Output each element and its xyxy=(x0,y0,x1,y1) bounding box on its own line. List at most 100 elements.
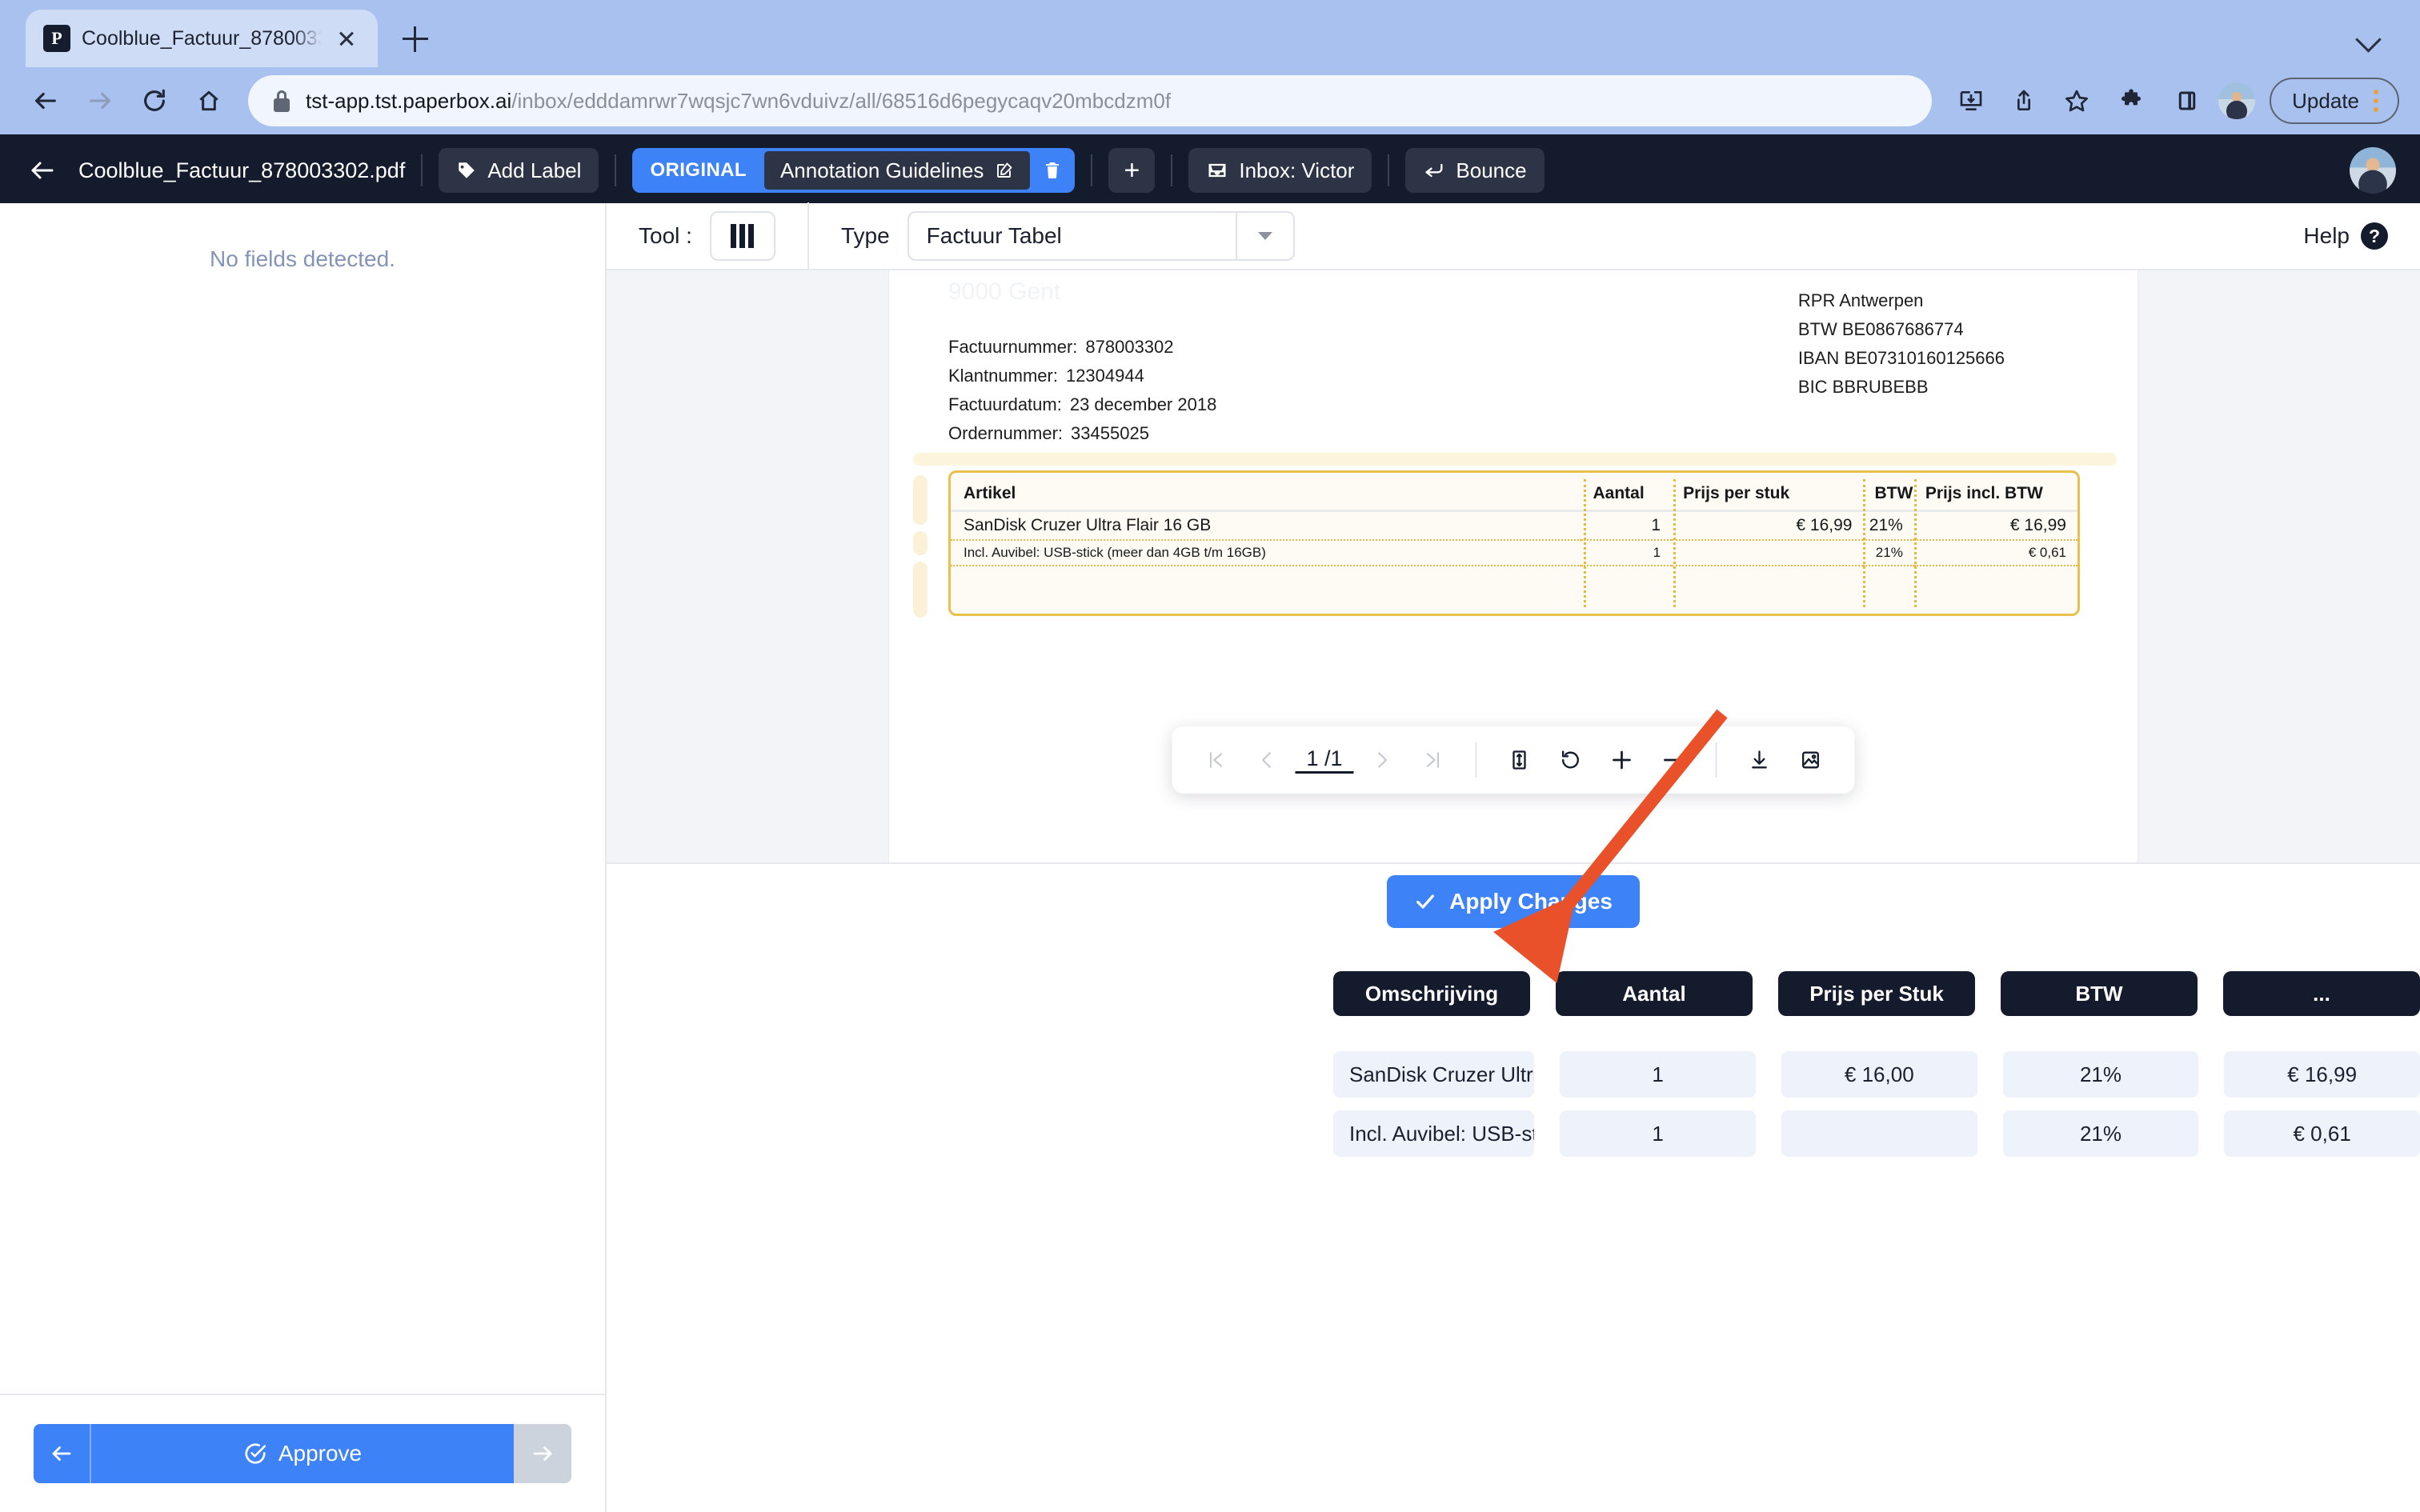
th-artikel: Artikel xyxy=(951,473,1582,512)
tab-strip: P Coolblue_Factuur_878003302 xyxy=(0,0,2420,67)
editor-cell-btw[interactable]: 21% xyxy=(2002,1110,2199,1157)
bounce-label: Bounce xyxy=(1456,158,1527,182)
apply-changes-label: Apply Changes xyxy=(1449,889,1613,914)
cell-totaal: € 0,61 xyxy=(2028,545,2066,560)
table-editor: Omschrijving Aantal Prijs per Stuk BTW .… xyxy=(607,939,2420,1512)
toolbar-separator xyxy=(807,202,809,270)
share-icon[interactable] xyxy=(1999,76,2049,126)
editor-row: Incl. Auvibel: USB-stick (me 1 21% € 0,6… xyxy=(1333,1110,2420,1157)
add-label-button[interactable]: Add Label xyxy=(439,148,599,193)
install-icon[interactable] xyxy=(1946,76,1996,126)
browser-tab[interactable]: P Coolblue_Factuur_878003302 xyxy=(26,10,378,67)
editor-cell-btw[interactable]: 21% xyxy=(2002,1051,2199,1098)
tab-title: Coolblue_Factuur_878003302 xyxy=(82,26,322,50)
next-document-button[interactable] xyxy=(514,1424,571,1483)
editor-cell-extra[interactable]: € 16,99 xyxy=(2224,1051,2420,1098)
chrome-profile-avatar[interactable] xyxy=(2218,82,2256,119)
add-view-button[interactable]: + xyxy=(1108,148,1156,193)
user-avatar[interactable] xyxy=(2350,147,2396,194)
side-panel-icon[interactable] xyxy=(2162,76,2212,126)
first-page-icon[interactable] xyxy=(1192,737,1239,783)
chevron-down-icon[interactable] xyxy=(1235,213,1293,259)
editor-column-omschrijving[interactable]: Omschrijving xyxy=(1333,971,1530,1016)
app-back-icon[interactable] xyxy=(24,152,61,189)
toolbar-divider-2 xyxy=(615,154,617,186)
pdf-controls: 1 /1 xyxy=(1172,726,1855,794)
zoom-out-icon[interactable] xyxy=(1650,737,1697,783)
toolbar-divider-4 xyxy=(1171,154,1173,186)
tab-annotation-guidelines[interactable]: Annotation Guidelines xyxy=(763,151,1031,190)
editor-cell-omschrijving[interactable]: Incl. Auvibel: USB-stick (me xyxy=(1333,1110,1535,1157)
th-prijs: Prijs per stuk xyxy=(1672,473,1864,512)
address-bar[interactable]: tst-app.tst.paperbox.ai/inbox/edddamrwr7… xyxy=(248,75,1933,126)
editor-column-extra[interactable]: ... xyxy=(2223,971,2420,1016)
url-text: tst-app.tst.paperbox.ai/inbox/edddamrwr7… xyxy=(306,88,1172,113)
editor-cell-prijs[interactable] xyxy=(1781,1110,1977,1157)
company-line: RPR Antwerpen xyxy=(1797,290,1924,310)
tab-favicon-icon: P xyxy=(43,25,70,52)
chrome-menu-icon[interactable] xyxy=(2367,90,2385,112)
help-button[interactable]: Help ? xyxy=(2303,222,2388,250)
view-segmented-control[interactable]: ORIGINAL Annotation Guidelines xyxy=(632,148,1076,193)
approve-button[interactable]: Approve xyxy=(91,1424,514,1483)
reload-icon[interactable] xyxy=(130,76,179,126)
table-row[interactable]: Incl. Auvibel: USB-stick (meer dan 4GB t… xyxy=(951,540,2077,566)
tab-original[interactable]: ORIGINAL xyxy=(632,148,764,193)
bounce-button[interactable]: Bounce xyxy=(1405,148,1545,193)
rotate-icon[interactable] xyxy=(1548,737,1594,783)
main-area: No fields detected. Approve Tool : Type … xyxy=(0,202,2420,1512)
forward-icon[interactable] xyxy=(75,76,125,126)
previous-page-icon[interactable] xyxy=(1244,737,1290,783)
pdf-controls-divider xyxy=(1475,742,1477,778)
download-icon[interactable] xyxy=(1737,737,1783,783)
annotated-table-region[interactable]: Artikel Aantal Prijs per stuk BTW Prijs … xyxy=(948,470,2080,616)
last-page-icon[interactable] xyxy=(1410,737,1456,783)
toolbar-divider-3 xyxy=(1091,154,1093,186)
approve-control-group: Approve xyxy=(34,1424,571,1483)
company-line: IBAN BE07310160125666 xyxy=(1797,348,2005,368)
editor-column-aantal[interactable]: Aantal xyxy=(1556,971,1753,1016)
new-tab-icon[interactable] xyxy=(392,16,439,62)
document-title: Coolblue_Factuur_878003302.pdf xyxy=(78,158,406,182)
th-prijs-incl: Prijs incl. BTW xyxy=(1913,473,2077,512)
invoice-company-details: RPR Antwerpen BTW BE0867686774 IBAN BE07… xyxy=(1798,286,2005,402)
cell-artikel: SanDisk Cruzer Ultra Flair 16 GB xyxy=(964,516,1212,534)
help-label: Help xyxy=(2303,223,2350,248)
extensions-puzzle-icon[interactable] xyxy=(2106,76,2156,126)
check-icon xyxy=(1416,894,1435,909)
fit-page-icon[interactable] xyxy=(1496,737,1543,783)
home-icon[interactable] xyxy=(184,76,234,126)
zoom-in-icon[interactable] xyxy=(1599,737,1645,783)
table-tool-button[interactable] xyxy=(709,211,775,261)
inbox-button[interactable]: Inbox: Victor xyxy=(1188,148,1372,193)
no-fields-message: No fields detected. xyxy=(210,246,395,271)
apply-changes-bar: Apply Changes xyxy=(607,862,2420,939)
th-btw: BTW xyxy=(1863,473,1914,512)
editor-cell-aantal[interactable]: 1 xyxy=(1560,1110,1756,1157)
editor-cell-omschrijving[interactable]: SanDisk Cruzer Ultra Flair 1 xyxy=(1333,1051,1535,1098)
table-row[interactable]: SanDisk Cruzer Ultra Flair 16 GB 1 € 16,… xyxy=(951,510,2077,540)
editor-cell-extra[interactable]: € 0,61 xyxy=(2224,1110,2420,1157)
lock-icon xyxy=(272,90,291,112)
toolbar-divider-5 xyxy=(1388,154,1390,186)
page-indicator[interactable]: 1 /1 xyxy=(1295,746,1354,774)
update-button[interactable]: Update xyxy=(2270,78,2399,124)
page-faint-text: 9000 Gent xyxy=(948,278,1061,305)
export-image-icon[interactable] xyxy=(1788,737,1834,783)
editor-column-prijs-per-stuk[interactable]: Prijs per Stuk xyxy=(1778,971,1975,1016)
chevron-down-icon[interactable] xyxy=(2356,24,2383,51)
delete-guidelines-icon[interactable] xyxy=(1030,148,1075,193)
bookmark-star-icon[interactable] xyxy=(2052,76,2101,126)
next-page-icon[interactable] xyxy=(1359,737,1405,783)
editor-cell-aantal[interactable]: 1 xyxy=(1560,1051,1756,1098)
type-select[interactable]: Factuur Tabel xyxy=(907,211,1295,261)
editor-column-btw[interactable]: BTW xyxy=(2001,971,2198,1016)
previous-document-button[interactable] xyxy=(34,1424,91,1483)
apply-changes-button[interactable]: Apply Changes xyxy=(1387,875,1640,928)
check-circle-icon xyxy=(245,1443,266,1464)
type-select-value: Factuur Tabel xyxy=(926,223,1062,248)
close-icon[interactable] xyxy=(333,25,360,52)
pdf-viewer[interactable]: 9000 Gent Factuurnummer: 878003302 Klantn… xyxy=(607,270,2420,862)
editor-cell-prijs[interactable]: € 16,00 xyxy=(1781,1051,1977,1098)
back-icon[interactable] xyxy=(21,76,70,126)
